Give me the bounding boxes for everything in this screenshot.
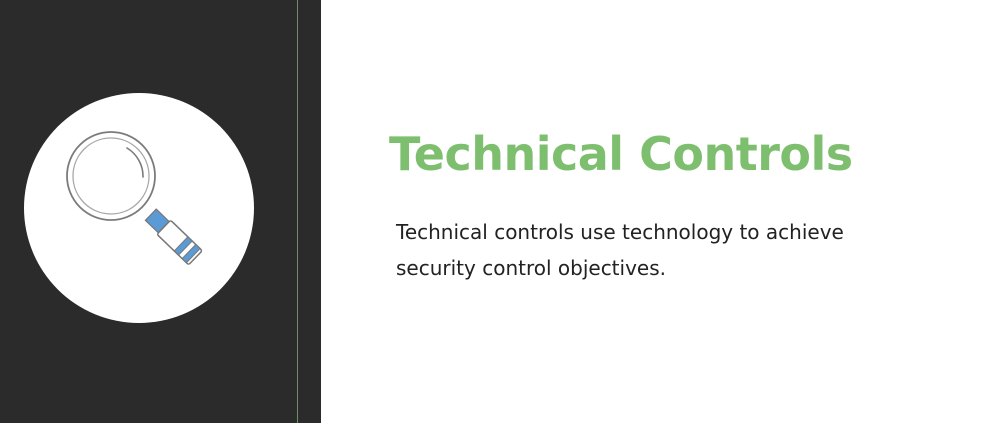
icon-circle (24, 93, 254, 323)
content: Technical Controls Technical controls us… (389, 122, 949, 280)
slide: Technical Controls Technical controls us… (0, 0, 983, 423)
slide-title: Technical Controls (389, 127, 853, 181)
panel-divider-band (298, 0, 321, 423)
slide-body-text: Technical controls use technology to ach… (396, 220, 844, 280)
magnifying-glass-icon (66, 131, 203, 265)
